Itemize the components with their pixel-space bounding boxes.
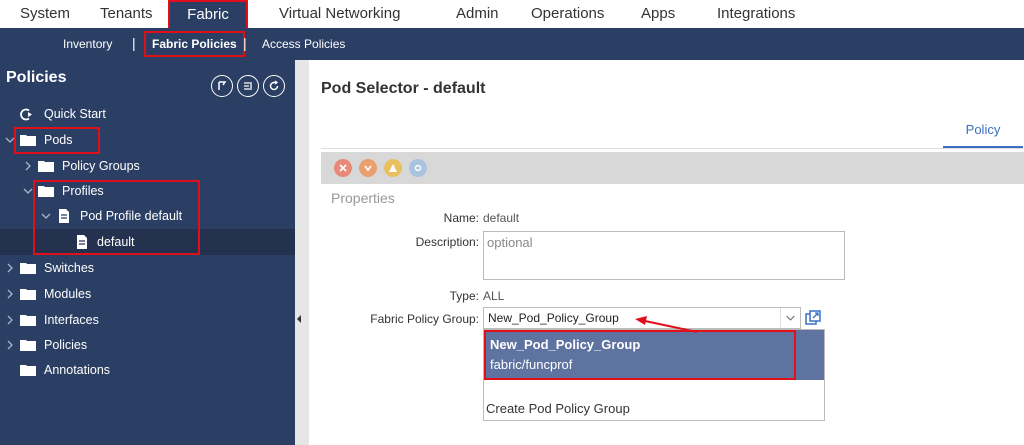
type-value: ALL: [483, 289, 505, 303]
tree-item-default[interactable]: default: [0, 229, 295, 255]
tree-label: Annotations: [44, 363, 111, 377]
tree-item-interfaces[interactable]: Interfaces: [0, 307, 295, 333]
tab-integrations[interactable]: Integrations: [717, 0, 795, 28]
description-field[interactable]: optional: [483, 231, 845, 280]
sidebar: Policies Quick Start Pods Policy Groups: [0, 60, 295, 445]
tree-item-pod-profile-default[interactable]: Pod Profile default: [0, 203, 295, 229]
chevron-down-icon[interactable]: [23, 186, 33, 196]
delete-icon[interactable]: [334, 159, 352, 177]
tab-operations[interactable]: Operations: [531, 0, 604, 28]
collapse-arrow-icon[interactable]: [297, 315, 301, 323]
sidebar-title: Policies: [6, 69, 67, 86]
collapse-list-icon[interactable]: [237, 75, 259, 97]
tab-tenants[interactable]: Tenants: [100, 0, 153, 28]
tree-item-modules[interactable]: Modules: [0, 281, 295, 307]
download-icon[interactable]: [359, 159, 377, 177]
tree-label: Pod Profile default: [80, 209, 183, 223]
dropdown-option-create-pod-policy-group[interactable]: Create Pod Policy Group: [486, 401, 630, 416]
folder-icon: [20, 340, 36, 351]
tab-policy[interactable]: Policy: [943, 122, 1023, 148]
name-label: Name:: [443, 211, 479, 225]
folder-icon: [20, 135, 36, 146]
tree-label: Policy Groups: [62, 159, 140, 173]
tab-system[interactable]: System: [20, 0, 70, 28]
chevron-down-icon[interactable]: [41, 211, 51, 221]
name-value: default: [483, 211, 520, 225]
tree-item-policy-groups[interactable]: Policy Groups: [0, 153, 295, 179]
tab-virtual-networking[interactable]: Virtual Networking: [279, 0, 400, 28]
folder-icon: [20, 365, 36, 376]
chevron-down-icon[interactable]: [5, 135, 15, 145]
top-nav: System Tenants Fabric Virtual Networking…: [0, 0, 1024, 28]
tree-label: default: [97, 235, 135, 249]
tabs-divider: [321, 148, 1024, 149]
warning-icon[interactable]: [384, 159, 402, 177]
tree-item-quick-start[interactable]: Quick Start: [0, 101, 295, 127]
document-icon: [59, 209, 69, 223]
chevron-right-icon[interactable]: [23, 161, 33, 171]
subnav-access-policies[interactable]: Access Policies: [262, 28, 345, 60]
tree-label: Quick Start: [44, 107, 106, 121]
folder-icon: [38, 186, 54, 197]
policy-group-dropdown: New_Pod_Policy_Group fabric/funcprof Cre…: [483, 329, 825, 421]
chevron-right-icon[interactable]: [5, 289, 15, 299]
tree-item-pods[interactable]: Pods: [0, 127, 295, 153]
properties-header: Properties: [331, 190, 395, 206]
folder-icon: [20, 263, 36, 274]
pin-icon[interactable]: [211, 75, 233, 97]
tree-label: Policies: [44, 338, 88, 352]
app-window: System Tenants Fabric Virtual Networking…: [0, 0, 1024, 445]
folder-icon: [38, 161, 54, 172]
dropdown-option-new-pod-policy-group[interactable]: New_Pod_Policy_Group fabric/funcprof: [484, 330, 824, 380]
tree-label: Interfaces: [44, 313, 99, 327]
tree-label: Pods: [44, 133, 73, 147]
tree-item-annotations[interactable]: Annotations: [0, 357, 295, 383]
tree-item-profiles[interactable]: Profiles: [0, 178, 295, 204]
type-label: Type:: [449, 289, 479, 303]
page-title: Pod Selector - default: [321, 80, 486, 97]
action-bar: [321, 152, 1024, 184]
sub-nav: Inventory | Fabric Policies | Access Pol…: [0, 28, 1024, 60]
description-label: Description:: [415, 235, 479, 249]
tree-item-switches[interactable]: Switches: [0, 255, 295, 281]
panel-splitter[interactable]: [295, 60, 309, 445]
chevron-down-icon[interactable]: [780, 308, 800, 328]
chevron-right-icon[interactable]: [5, 340, 15, 350]
folder-icon: [20, 315, 36, 326]
chevron-right-icon[interactable]: [5, 315, 15, 325]
tree-item-policies[interactable]: Policies: [0, 332, 295, 358]
subnav-inventory[interactable]: Inventory: [63, 28, 112, 60]
fabric-policy-group-label: Fabric Policy Group:: [370, 312, 479, 326]
folder-icon: [20, 289, 36, 300]
tree-label: Switches: [44, 261, 95, 275]
chevron-right-icon[interactable]: [5, 263, 15, 273]
subnav-separator: |: [243, 35, 247, 51]
document-icon: [77, 235, 87, 249]
settings-icon[interactable]: [409, 159, 427, 177]
main-panel: Pod Selector - default Policy Properties…: [309, 60, 1024, 445]
subnav-fabric-policies[interactable]: Fabric Policies: [144, 31, 245, 57]
annotation-box-option: [484, 330, 796, 380]
fabric-policy-group-select[interactable]: New_Pod_Policy_Group: [483, 307, 801, 329]
tree-label: Modules: [44, 287, 92, 301]
tab-apps[interactable]: Apps: [641, 0, 675, 28]
quick-start-icon: [20, 108, 32, 121]
tab-fabric[interactable]: Fabric: [168, 0, 248, 28]
open-external-icon[interactable]: [805, 310, 821, 326]
refresh-icon[interactable]: [263, 75, 285, 97]
tree-label: Profiles: [62, 184, 104, 198]
subnav-separator: |: [132, 35, 136, 51]
tab-admin[interactable]: Admin: [456, 0, 499, 28]
select-value: New_Pod_Policy_Group: [488, 311, 619, 325]
